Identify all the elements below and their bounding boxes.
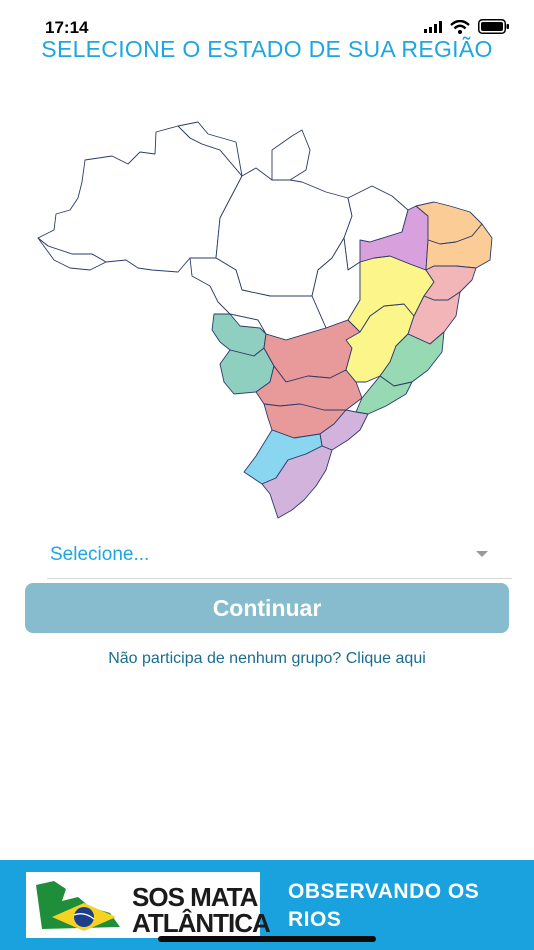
logo-line2: ATLÂNTICA: [132, 908, 271, 938]
continue-button[interactable]: Continuar: [25, 583, 509, 633]
status-time: 17:14: [45, 18, 89, 37]
battery-icon: [478, 19, 509, 34]
state-select-value: Selecione...: [50, 544, 150, 565]
signal-icon: [424, 20, 442, 33]
chevron-down-icon[interactable]: [476, 551, 488, 557]
status-bar: 17:14: [0, 0, 534, 40]
footer-tagline: OBSERVANDO OS RIOS: [288, 878, 528, 934]
footer-tagline-line2: RIOS: [288, 908, 342, 931]
no-group-link[interactable]: Não participa de nenhum grupo? Clique aq…: [0, 650, 534, 668]
logo-line1: SOS MATA: [132, 882, 258, 912]
state-select[interactable]: Selecione...: [47, 530, 512, 579]
status-icons: [424, 19, 510, 34]
brazil-states-map[interactable]: [30, 120, 510, 530]
wifi-icon: [450, 19, 470, 34]
state-amapa[interactable]: [271, 129, 311, 181]
state-amazonas[interactable]: [37, 125, 243, 273]
brazil-flag-icon: [36, 881, 120, 931]
sos-mata-atlantica-logo: SOS MATA ATLÂNTICA: [26, 872, 271, 938]
page-title: SELECIONE O ESTADO DE SUA REGIÃO: [41, 36, 493, 62]
home-indicator[interactable]: [158, 936, 376, 942]
footer-tagline-line1: OBSERVANDO OS: [288, 880, 480, 903]
